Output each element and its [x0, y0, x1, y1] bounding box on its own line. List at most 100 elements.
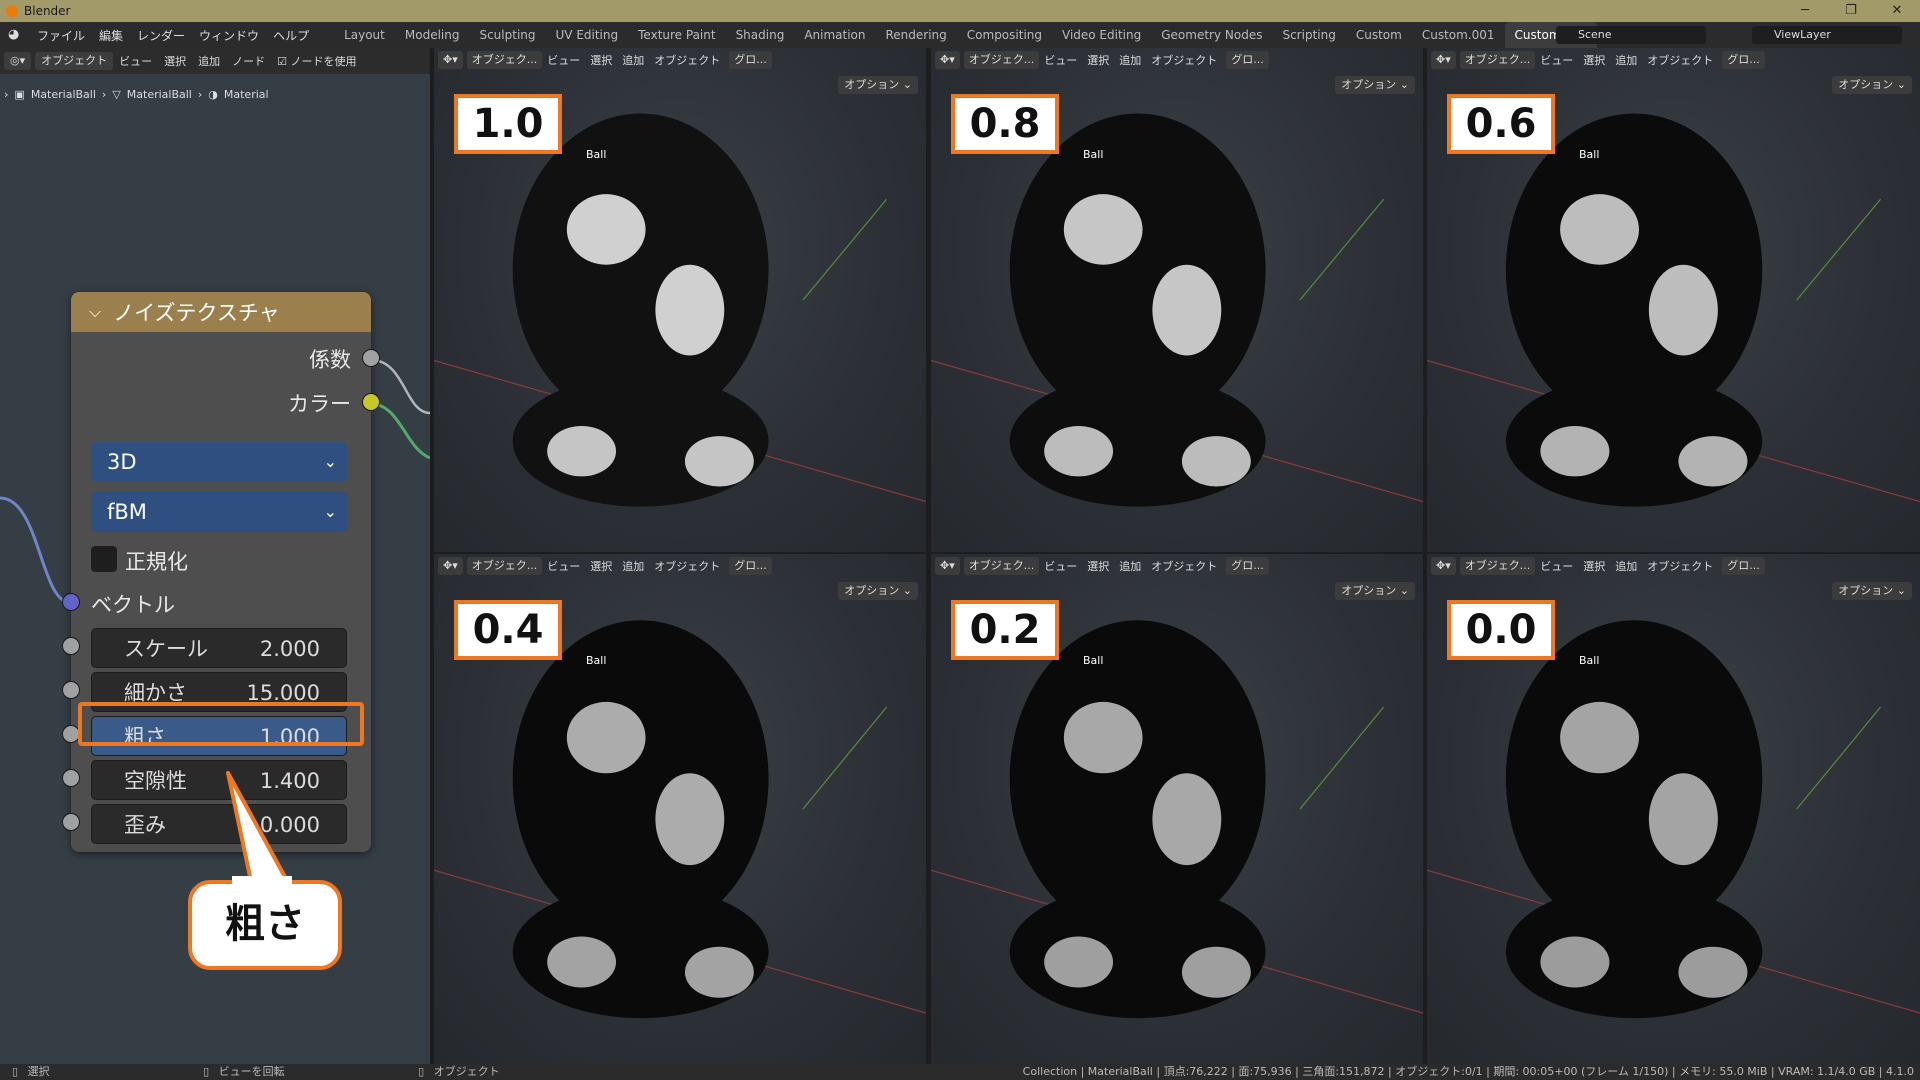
viewport-header: ✥▾ オブジェク... ビュー 選択 追加 オブジェクト グロ...	[1427, 48, 1920, 72]
tab-shading[interactable]: Shading	[726, 22, 795, 48]
transform-orientation-dropdown[interactable]: グロ...	[1722, 557, 1765, 575]
vp-menu-object[interactable]: オブジェクト	[649, 52, 725, 68]
viewport-0-4[interactable]: ✥▾ オブジェク... ビュー 選択 追加 オブジェクト グロ... オプション ⌄ 0.4 Ba…	[434, 554, 926, 1064]
viewport-1-0[interactable]: ✥▾ オブジェク... ビュー 選択 追加 オブジェクト グロ... オプション ⌄ 1.0 Ba…	[434, 48, 926, 552]
vp-menu-view[interactable]: ビュー	[542, 558, 585, 574]
viewport-mode-dropdown[interactable]: オブジェク...	[466, 51, 543, 69]
tab-compositing[interactable]: Compositing	[957, 22, 1052, 48]
object-name-overlay: Ball	[1083, 148, 1104, 161]
vp-menu-object[interactable]: オブジェクト	[1146, 558, 1222, 574]
tab-modeling[interactable]: Modeling	[395, 22, 470, 48]
view-layer-selector[interactable]: ViewLayer	[1752, 26, 1902, 44]
editor-type-icon[interactable]: ✥▾	[438, 557, 463, 575]
tab-custom-001[interactable]: Custom.001	[1412, 22, 1505, 48]
tab-sculpting[interactable]: Sculpting	[469, 22, 545, 48]
vp-menu-add[interactable]: 追加	[1610, 52, 1642, 68]
mouse-right-icon: ▯	[418, 1065, 425, 1078]
vp-menu-view[interactable]: ビュー	[542, 52, 585, 68]
roughness-value-label: 0.4	[454, 600, 562, 660]
object-name-overlay: Ball	[1579, 148, 1600, 161]
vp-menu-select[interactable]: 選択	[1578, 52, 1610, 68]
status-select: 選択	[27, 1065, 50, 1078]
transform-orientation-dropdown[interactable]: グロ...	[1226, 557, 1269, 575]
vp-menu-object[interactable]: オブジェクト	[1146, 52, 1222, 68]
tab-layout[interactable]: Layout	[334, 22, 395, 48]
vp-menu-add[interactable]: 追加	[617, 52, 649, 68]
vp-menu-select[interactable]: 選択	[1082, 558, 1114, 574]
viewport-0-2[interactable]: ✥▾ オブジェク... ビュー 選択 追加 オブジェクト グロ... オプション ⌄ 0.2 Ba…	[931, 554, 1423, 1064]
viewport-header: ✥▾ オブジェク... ビュー 選択 追加 オブジェクト グロ...	[1427, 554, 1920, 578]
viewport-mode-dropdown[interactable]: オブジェク...	[1459, 51, 1536, 69]
workspace-tabs: Layout Modeling Sculpting UV Editing Tex…	[334, 22, 1623, 48]
transform-orientation-dropdown[interactable]: グロ...	[729, 51, 772, 69]
vp-menu-add[interactable]: 追加	[1114, 558, 1146, 574]
viewport-mode-dropdown[interactable]: オブジェク...	[1459, 557, 1536, 575]
editor-type-icon[interactable]: ✥▾	[935, 51, 960, 69]
vp-menu-select[interactable]: 選択	[585, 52, 617, 68]
viewport-mode-dropdown[interactable]: オブジェク...	[466, 557, 543, 575]
close-button[interactable]: ✕	[1874, 0, 1920, 22]
tab-geometry-nodes[interactable]: Geometry Nodes	[1151, 22, 1272, 48]
menu-window[interactable]: ウィンドウ	[192, 27, 266, 44]
tab-uv-editing[interactable]: UV Editing	[546, 22, 629, 48]
viewport-options-button[interactable]: オプション ⌄	[838, 582, 918, 600]
vp-menu-add[interactable]: 追加	[1610, 558, 1642, 574]
blender-menu-icon[interactable]: ◕	[8, 28, 22, 42]
scene-selector[interactable]: Scene	[1556, 26, 1706, 44]
viewport-mode-dropdown[interactable]: オブジェク...	[963, 51, 1040, 69]
vp-menu-view[interactable]: ビュー	[1039, 558, 1082, 574]
tab-video-editing[interactable]: Video Editing	[1052, 22, 1151, 48]
viewport-header: ✥▾ オブジェク... ビュー 選択 追加 オブジェクト グロ...	[931, 48, 1423, 72]
vp-menu-object[interactable]: オブジェクト	[1642, 558, 1718, 574]
viewport-options-button[interactable]: オプション ⌄	[1832, 76, 1912, 94]
status-bar: ▯ 選択 ▯ ビューを回転 ▯ オブジェクト Collection | Mate…	[0, 1064, 1920, 1080]
viewport-header: ✥▾ オブジェク... ビュー 選択 追加 オブジェクト グロ...	[931, 554, 1423, 578]
status-stats: Collection | MaterialBall | 頂点:76,222 | …	[1022, 1065, 1914, 1078]
object-name-overlay: Ball	[586, 148, 607, 161]
vp-menu-object[interactable]: オブジェクト	[1642, 52, 1718, 68]
vp-menu-object[interactable]: オブジェクト	[649, 558, 725, 574]
vp-menu-select[interactable]: 選択	[1578, 558, 1610, 574]
object-name-overlay: Ball	[1083, 654, 1104, 667]
viewport-options-button[interactable]: オプション ⌄	[1335, 76, 1415, 94]
blender-logo-icon	[6, 5, 18, 17]
vp-menu-view[interactable]: ビュー	[1535, 558, 1578, 574]
editor-type-icon[interactable]: ✥▾	[438, 51, 463, 69]
vp-menu-view[interactable]: ビュー	[1535, 52, 1578, 68]
viewport-options-button[interactable]: オプション ⌄	[838, 76, 918, 94]
roughness-value-label: 0.8	[951, 94, 1059, 154]
transform-orientation-dropdown[interactable]: グロ...	[1722, 51, 1765, 69]
menu-render[interactable]: レンダー	[130, 27, 192, 44]
viewport-0-0[interactable]: ✥▾ オブジェク... ビュー 選択 追加 オブジェクト グロ... オプション ⌄ 0.0 Ba…	[1427, 554, 1920, 1064]
viewport-options-button[interactable]: オプション ⌄	[1832, 582, 1912, 600]
minimize-button[interactable]: ─	[1782, 0, 1828, 22]
menu-help[interactable]: ヘルプ	[266, 27, 316, 44]
transform-orientation-dropdown[interactable]: グロ...	[1226, 51, 1269, 69]
vp-menu-add[interactable]: 追加	[617, 558, 649, 574]
viewport-header: ✥▾ オブジェク... ビュー 選択 追加 オブジェクト グロ...	[434, 554, 926, 578]
viewport-mode-dropdown[interactable]: オブジェク...	[963, 557, 1040, 575]
viewport-0-6[interactable]: ✥▾ オブジェク... ビュー 選択 追加 オブジェクト グロ... オプション ⌄ 0.6 Ba…	[1427, 48, 1920, 552]
tab-custom[interactable]: Custom	[1346, 22, 1412, 48]
viewport-0-8[interactable]: ✥▾ オブジェク... ビュー 選択 追加 オブジェクト グロ... オプション ⌄ 0.8 Ba…	[931, 48, 1423, 552]
vp-menu-select[interactable]: 選択	[1082, 52, 1114, 68]
tab-texture-paint[interactable]: Texture Paint	[628, 22, 725, 48]
tab-scripting[interactable]: Scripting	[1272, 22, 1345, 48]
editor-type-icon[interactable]: ✥▾	[935, 557, 960, 575]
vp-menu-add[interactable]: 追加	[1114, 52, 1146, 68]
editor-type-icon[interactable]: ✥▾	[1431, 557, 1456, 575]
menu-edit[interactable]: 編集	[92, 27, 130, 44]
vp-menu-view[interactable]: ビュー	[1039, 52, 1082, 68]
menu-file[interactable]: ファイル	[30, 27, 92, 44]
tab-rendering[interactable]: Rendering	[876, 22, 957, 48]
status-rotate-view: ビューを回転	[218, 1065, 285, 1078]
roughness-value-label: 0.6	[1447, 94, 1555, 154]
object-name-overlay: Ball	[586, 654, 607, 667]
restore-button[interactable]: ❐	[1828, 0, 1874, 22]
transform-orientation-dropdown[interactable]: グロ...	[729, 557, 772, 575]
mouse-middle-icon: ▯	[203, 1065, 210, 1078]
vp-menu-select[interactable]: 選択	[585, 558, 617, 574]
editor-type-icon[interactable]: ✥▾	[1431, 51, 1456, 69]
tab-animation[interactable]: Animation	[794, 22, 875, 48]
viewport-options-button[interactable]: オプション ⌄	[1335, 582, 1415, 600]
